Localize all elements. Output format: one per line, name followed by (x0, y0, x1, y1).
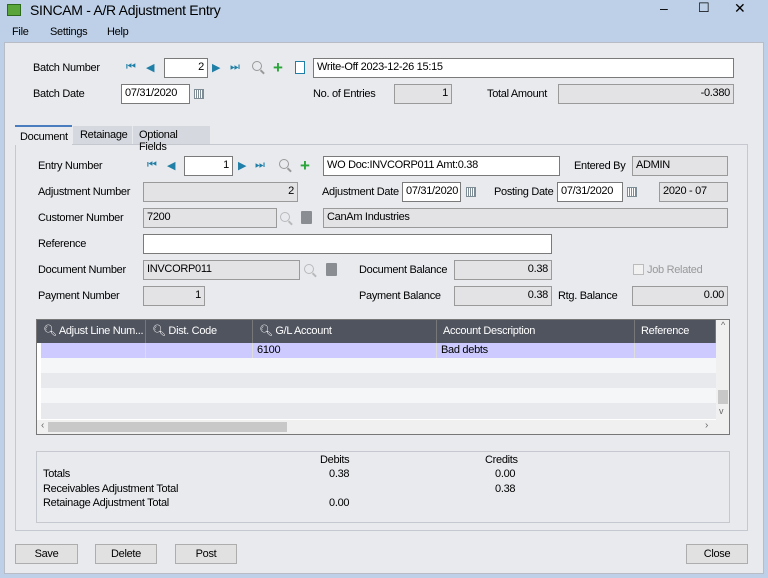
add-icon[interactable]: + (300, 157, 310, 174)
tab-document[interactable]: Document (15, 125, 72, 145)
totals-credit: 0.00 (495, 468, 516, 480)
document-number-value: INVCORP011 (143, 260, 300, 280)
adjustment-number-label: Adjustment Number (38, 186, 131, 198)
batch-info-icon[interactable] (295, 61, 305, 74)
minimize-button[interactable]: – (660, 0, 668, 16)
column-account-description[interactable]: Account Description (437, 320, 635, 343)
payment-balance-value: 0.38 (454, 286, 552, 306)
next-batch-icon[interactable]: ▶ (212, 61, 220, 74)
payment-number-value: 1 (143, 286, 205, 306)
app-icon (7, 4, 21, 16)
job-related-checkbox[interactable] (633, 264, 644, 275)
customer-inquiry-icon[interactable] (301, 211, 312, 224)
calendar-icon[interactable] (194, 89, 204, 99)
batch-number-input[interactable]: 2 (164, 58, 208, 78)
grid-row[interactable]: 6100 Bad debts (41, 343, 716, 358)
posting-date-input[interactable]: 07/31/2020 (557, 182, 623, 202)
document-number-label: Document Number (38, 264, 126, 276)
window-title: SINCAM - A/R Adjustment Entry (30, 2, 221, 18)
entry-number-label: Entry Number (38, 160, 103, 172)
reference-input[interactable] (143, 234, 552, 254)
prev-entry-icon[interactable]: ◀ (167, 159, 175, 172)
batch-number-label: Batch Number (33, 62, 100, 74)
search-icon[interactable] (252, 61, 262, 71)
payment-balance-label: Payment Balance (359, 290, 441, 302)
entries-label: No. of Entries (313, 88, 376, 100)
search-icon[interactable] (279, 159, 289, 169)
customer-number-label: Customer Number (38, 212, 124, 224)
menu-settings[interactable]: Settings (50, 26, 88, 38)
debits-header: Debits (320, 454, 350, 466)
column-gl-account[interactable]: 🔍︎ G/L Account (253, 320, 437, 343)
retainage-total-label: Retainage Adjustment Total (43, 497, 169, 509)
payment-number-label: Payment Number (38, 290, 120, 302)
delete-button[interactable]: Delete (95, 544, 157, 564)
total-amount-label: Total Amount (487, 88, 547, 100)
receivables-total-credit: 0.38 (495, 483, 516, 495)
totals-label: Totals (43, 468, 70, 480)
next-entry-icon[interactable]: ▶ (238, 159, 246, 172)
account-description-cell[interactable]: Bad debts (437, 343, 635, 358)
fiscal-period-value: 2020 - 07 (659, 182, 728, 202)
batch-date-input[interactable]: 07/31/2020 (121, 84, 190, 104)
search-icon[interactable] (280, 212, 290, 222)
prev-batch-icon[interactable]: ◀ (146, 61, 154, 74)
close-window-button[interactable]: ✕ (734, 0, 746, 17)
search-icon[interactable] (304, 264, 314, 274)
close-button[interactable]: Close (686, 544, 748, 564)
receivables-total-label: Receivables Adjustment Total (43, 483, 179, 495)
retainage-balance-label: Rtg. Balance (558, 290, 618, 302)
last-batch-icon[interactable]: ⏭ (230, 61, 240, 74)
customer-name-value: CanAm Industries (323, 208, 728, 228)
post-button[interactable]: Post (175, 544, 237, 564)
calendar-icon[interactable] (466, 187, 476, 197)
column-reference[interactable]: Reference (635, 320, 716, 343)
entered-by-label: Entered By (574, 160, 626, 172)
batch-description-input[interactable]: Write-Off 2023-12-26 15:15 (313, 58, 734, 78)
last-entry-icon[interactable]: ⏭ (255, 159, 265, 172)
save-button[interactable]: Save (15, 544, 78, 564)
tab-optional-fields[interactable]: Optional Fields (133, 126, 210, 153)
menu-help[interactable]: Help (107, 26, 129, 38)
vertical-scrollbar[interactable]: ^ v (716, 320, 729, 420)
batch-date-label: Batch Date (33, 88, 85, 100)
job-related-label: Job Related (647, 264, 703, 276)
tab-retainage[interactable]: Retainage (73, 126, 132, 144)
entry-number-input[interactable]: 1 (184, 156, 233, 176)
first-entry-icon[interactable]: ⏮ (147, 159, 157, 172)
column-dist-code[interactable]: 🔍︎ Dist. Code (146, 320, 253, 343)
entered-by-value: ADMIN (632, 156, 728, 176)
calendar-icon[interactable] (627, 187, 637, 197)
totals-debit: 0.38 (329, 468, 350, 480)
document-inquiry-icon[interactable] (326, 263, 337, 276)
posting-date-label: Posting Date (494, 186, 554, 198)
retainage-total-debit: 0.00 (329, 497, 350, 509)
maximize-button[interactable]: ☐ (698, 0, 710, 16)
customer-number-value: 7200 (143, 208, 277, 228)
entry-description-input[interactable]: WO Doc:INVCORP011 Amt:0.38 (323, 156, 560, 176)
detail-grid[interactable]: 🔍︎ Adjust Line Num... 🔍︎ Dist. Code 🔍︎ G… (36, 319, 730, 435)
horizontal-scrollbar[interactable]: ‹ › (37, 420, 729, 434)
document-balance-label: Document Balance (359, 264, 448, 276)
document-balance-value: 0.38 (454, 260, 552, 280)
retainage-balance-value: 0.00 (632, 286, 728, 306)
column-adjust-line[interactable]: 🔍︎ Adjust Line Num... (37, 320, 146, 343)
adjustment-number-value: 2 (143, 182, 298, 202)
first-batch-icon[interactable]: ⏮ (126, 61, 136, 74)
credits-header: Credits (485, 454, 518, 466)
adjustment-date-label: Adjustment Date (322, 186, 399, 198)
total-amount-value: -0.380 (558, 84, 734, 104)
reference-label: Reference (38, 238, 87, 250)
gl-account-cell[interactable]: 6100 (253, 343, 437, 358)
entries-value: 1 (394, 84, 452, 104)
adjustment-date-input[interactable]: 07/31/2020 (402, 182, 461, 202)
menu-file[interactable]: File (12, 26, 29, 38)
add-icon[interactable]: + (273, 59, 283, 76)
